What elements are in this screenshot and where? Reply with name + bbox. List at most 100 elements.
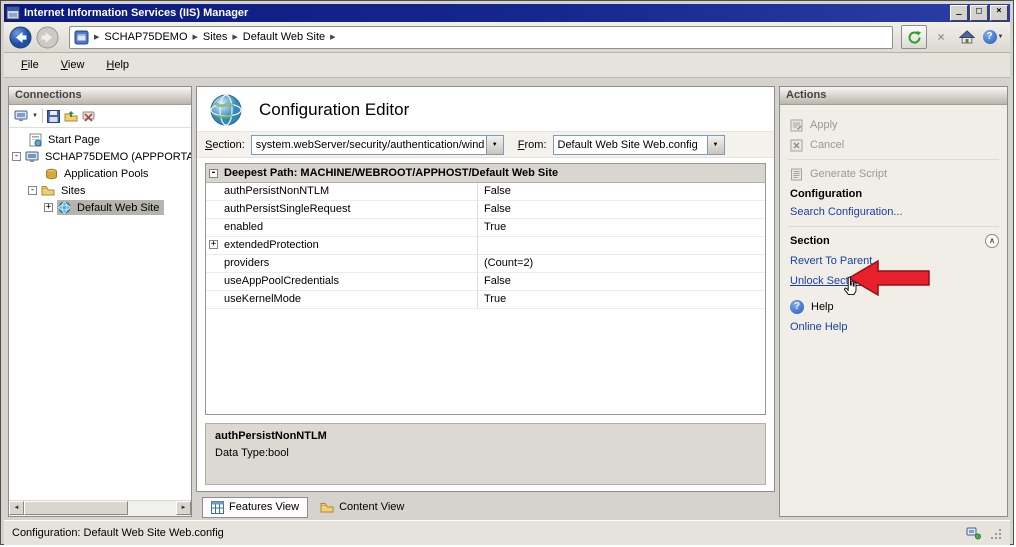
- scrollbar-thumb[interactable]: [24, 501, 128, 515]
- breadcrumb-item-sites[interactable]: Sites: [203, 31, 227, 43]
- selected-property-name: authPersistNonNTLM: [215, 430, 756, 442]
- page-title: Configuration Editor: [259, 100, 409, 120]
- minimize-button[interactable]: _: [950, 5, 968, 21]
- grid-row[interactable]: useAppPoolCredentials False: [206, 273, 765, 291]
- grid-group-header[interactable]: - Deepest Path: MACHINE/WEBROOT/APPHOST/…: [206, 164, 765, 183]
- collapse-chevron-icon[interactable]: ∧: [985, 234, 999, 248]
- breadcrumb-item-default-web-site[interactable]: Default Web Site: [243, 31, 325, 43]
- section-combobox[interactable]: system.webServer/security/authentication…: [251, 135, 504, 155]
- chevron-down-icon[interactable]: ▼: [32, 113, 38, 119]
- scroll-left-icon[interactable]: ◄: [9, 501, 24, 515]
- menu-file[interactable]: File: [12, 56, 48, 74]
- selected-tree-item[interactable]: Default Web Site: [57, 200, 164, 215]
- refresh-button[interactable]: [901, 25, 927, 49]
- tree-item-sites[interactable]: - Sites: [9, 182, 191, 199]
- apply-icon: [790, 119, 803, 132]
- script-icon: [790, 168, 803, 181]
- help-button[interactable]: ? Help: [780, 297, 1007, 317]
- scroll-right-icon[interactable]: ►: [176, 501, 191, 515]
- breadcrumb-item-server[interactable]: SCHAP75DEMO: [104, 31, 187, 43]
- collapse-icon[interactable]: -: [12, 152, 21, 161]
- site-icon: [74, 30, 89, 45]
- resize-grip[interactable]: [989, 527, 1002, 540]
- cancel-button: Cancel: [780, 135, 1007, 155]
- collapse-icon[interactable]: -: [28, 186, 37, 195]
- grid-row[interactable]: authPersistSingleRequest False: [206, 201, 765, 219]
- expand-icon[interactable]: +: [209, 240, 218, 249]
- tab-features-view[interactable]: Features View: [202, 497, 308, 518]
- navigation-bar: ▶ SCHAP75DEMO ▶ Sites ▶ Default Web Site…: [4, 22, 1010, 53]
- close-x-icon: ×: [937, 30, 944, 44]
- horizontal-scrollbar[interactable]: ◄ ►: [9, 500, 191, 516]
- server-icon: [25, 151, 39, 163]
- action-label[interactable]: Search Configuration...: [790, 206, 903, 218]
- save-connections-button[interactable]: [47, 110, 60, 123]
- iis-manager-window: Internet Information Services (IIS) Mana…: [0, 0, 1014, 545]
- chevron-down-icon[interactable]: ▼: [486, 136, 503, 154]
- property-name: useKernelMode: [206, 291, 478, 308]
- tab-label: Content View: [339, 501, 404, 513]
- tree-item-label: SCHAP75DEMO (APPPORTAL: [43, 151, 191, 163]
- grid-row[interactable]: useKernelMode True: [206, 291, 765, 309]
- home-button[interactable]: [955, 26, 979, 48]
- property-name: authPersistNonNTLM: [206, 183, 478, 200]
- from-combobox-value: Default Web Site Web.config: [554, 139, 707, 151]
- tab-content-view[interactable]: Content View: [312, 498, 412, 516]
- close-button[interactable]: ×: [990, 5, 1008, 21]
- help-icon: ?: [790, 300, 804, 314]
- tree-item-default-web-site[interactable]: + Default Web Site: [9, 199, 191, 216]
- window-title: Internet Information Services (IIS) Mana…: [24, 7, 948, 19]
- tab-label: Features View: [229, 501, 299, 513]
- property-value[interactable]: (Count=2): [478, 255, 533, 272]
- up-level-button[interactable]: [64, 110, 78, 122]
- breadcrumb-separator-icon: ▶: [193, 33, 198, 41]
- globe-icon: [209, 93, 243, 127]
- collapse-icon[interactable]: -: [209, 169, 218, 178]
- delete-connection-button[interactable]: [82, 110, 95, 123]
- from-combobox[interactable]: Default Web Site Web.config ▼: [553, 135, 725, 155]
- connections-panel: Connections ▼: [8, 86, 192, 517]
- property-value[interactable]: False: [478, 183, 511, 200]
- scrollbar-track[interactable]: [128, 501, 176, 516]
- disconnect-button: ×: [929, 26, 953, 48]
- online-help-link[interactable]: Online Help: [780, 317, 1007, 337]
- menu-bar: File View Help: [4, 53, 1010, 78]
- tree-item-application-pools[interactable]: Application Pools: [9, 165, 191, 182]
- grid-row[interactable]: + extendedProtection: [206, 237, 765, 255]
- generate-script-button: Generate Script: [780, 164, 1007, 184]
- section-combobox-value: system.webServer/security/authentication…: [252, 139, 486, 151]
- maximize-button[interactable]: □: [970, 5, 988, 21]
- property-value[interactable]: False: [478, 201, 511, 218]
- menu-help[interactable]: Help: [97, 56, 138, 74]
- section-label: Section:: [205, 139, 245, 151]
- grid-row[interactable]: providers (Count=2): [206, 255, 765, 273]
- property-value[interactable]: True: [478, 219, 506, 236]
- actions-divider: [788, 226, 999, 227]
- property-value[interactable]: True: [478, 291, 506, 308]
- from-label: From:: [518, 139, 547, 151]
- chevron-down-icon[interactable]: ▼: [707, 136, 724, 154]
- connections-tree: Start Page - SCHAP75DEMO (APPPORTAL Appl…: [9, 128, 191, 216]
- back-button[interactable]: [9, 26, 32, 49]
- sites-folder-icon: [41, 185, 55, 196]
- connections-header: Connections: [9, 87, 191, 105]
- property-name: useAppPoolCredentials: [206, 273, 478, 290]
- grid-row[interactable]: authPersistNonNTLM False: [206, 183, 765, 201]
- tree-item-server[interactable]: - SCHAP75DEMO (APPPORTAL: [9, 148, 191, 165]
- section-group-label: Section: [790, 235, 830, 247]
- action-label[interactable]: Online Help: [790, 321, 847, 333]
- expand-icon[interactable]: +: [44, 203, 53, 212]
- tree-item-start-page[interactable]: Start Page: [9, 131, 191, 148]
- hand-cursor-icon: [843, 277, 857, 295]
- property-value[interactable]: [478, 237, 484, 254]
- action-label: Help: [811, 301, 834, 313]
- search-configuration-link[interactable]: Search Configuration...: [780, 202, 1007, 222]
- section-group-header: Section ∧: [780, 231, 1007, 251]
- forward-button[interactable]: [36, 26, 59, 49]
- menu-view[interactable]: View: [52, 56, 94, 74]
- new-connection-button[interactable]: [14, 110, 28, 122]
- grid-row[interactable]: enabled True: [206, 219, 765, 237]
- help-menu-button[interactable]: ? ▼: [981, 26, 1005, 48]
- property-value[interactable]: False: [478, 273, 511, 290]
- title-bar[interactable]: Internet Information Services (IIS) Mana…: [4, 4, 1010, 22]
